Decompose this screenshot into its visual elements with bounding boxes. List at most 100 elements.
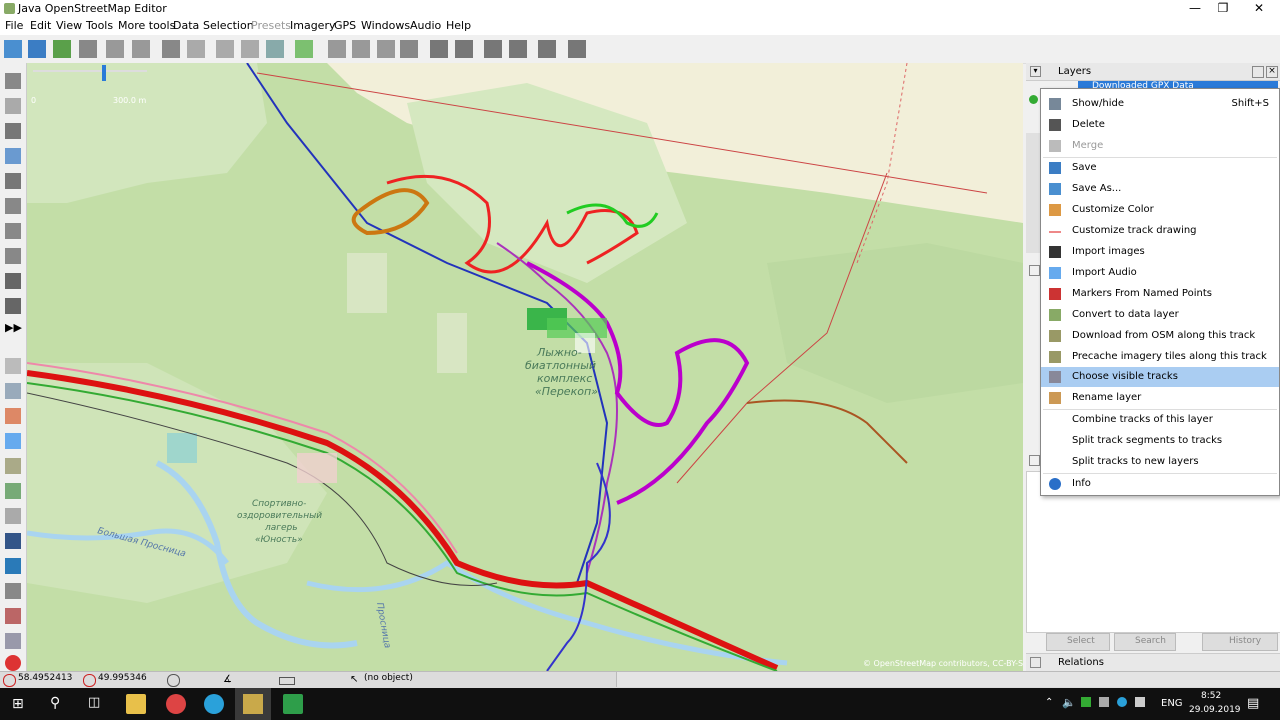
menu-edit[interactable]: Edit (30, 19, 51, 32)
search-icon[interactable]: ⚲ (50, 695, 60, 711)
toggle-filter-icon[interactable] (5, 583, 21, 599)
preset-shop-icon[interactable] (484, 40, 502, 58)
preset-road-icon[interactable] (328, 40, 346, 58)
menu-more-tools[interactable]: More tools (118, 19, 175, 32)
select-mode-icon[interactable] (5, 73, 21, 89)
upload-icon[interactable] (79, 40, 97, 58)
notification-icon[interactable]: ▤ (1247, 696, 1259, 711)
preset-path-icon[interactable] (352, 40, 370, 58)
maximize-button[interactable]: ❐ (1206, 0, 1240, 18)
menu-combine-tracks[interactable]: Combine tracks of this layer (1041, 410, 1279, 430)
delete-mode-icon[interactable] (5, 173, 21, 189)
copy-icon[interactable] (162, 40, 180, 58)
close-icon[interactable]: × (1266, 66, 1278, 78)
preset-food-icon[interactable] (509, 40, 527, 58)
toggle-commands-icon[interactable] (5, 508, 21, 524)
menu-tools[interactable]: Tools (86, 19, 113, 32)
search-button[interactable]: Search (1114, 633, 1176, 651)
windows-start-icon[interactable]: ⊞ (12, 696, 24, 712)
toggle-tags-icon[interactable] (5, 383, 21, 399)
detach-icon[interactable] (1252, 66, 1264, 78)
toggle-selection-icon[interactable] (5, 408, 21, 424)
undo-icon[interactable] (106, 40, 124, 58)
josm-task-active[interactable] (235, 688, 271, 720)
preset-building-icon[interactable] (400, 40, 418, 58)
paste-icon[interactable] (187, 40, 205, 58)
menu-help[interactable]: Help (446, 19, 471, 32)
preset-car-icon[interactable] (430, 40, 448, 58)
pencil-icon[interactable] (5, 273, 21, 289)
open-file-icon[interactable] (4, 40, 22, 58)
lasso-icon[interactable] (5, 98, 21, 114)
tags-icon[interactable] (216, 40, 234, 58)
clock-time[interactable]: 8:52 (1201, 691, 1221, 701)
tray-app-icon-2[interactable] (1099, 697, 1109, 707)
more-tools-icon[interactable]: ▶▶ (5, 321, 22, 337)
collapse-icon-2[interactable] (1029, 265, 1040, 276)
tray-telegram-icon[interactable] (1117, 697, 1127, 707)
menu-presets[interactable]: Presets (251, 19, 291, 32)
menu-show-hide[interactable]: Show/hide Shift+S (1041, 94, 1279, 114)
select-button[interactable]: Select (1046, 633, 1110, 651)
preset-factory-icon[interactable] (568, 40, 586, 58)
task-view-icon[interactable]: ◫ (88, 695, 100, 710)
collapse-icon[interactable]: ▾ (1030, 66, 1041, 77)
volume-icon[interactable]: 🔈 (1062, 696, 1076, 709)
sheets-icon[interactable] (283, 694, 303, 714)
menu-gps[interactable]: GPS (334, 19, 356, 32)
menu-selection[interactable]: Selection (203, 19, 254, 32)
menu-markers-from-named-points[interactable]: Markers From Named Points (1041, 284, 1279, 304)
tray-overflow-icon[interactable]: ⌃ (1045, 697, 1053, 708)
preset-bus-icon[interactable] (455, 40, 473, 58)
menu-file[interactable]: File (5, 19, 23, 32)
relation-icon[interactable] (241, 40, 259, 58)
language-indicator[interactable]: ENG (1161, 698, 1183, 709)
menu-download-along-track[interactable]: Download from OSM along this track (1041, 326, 1279, 346)
menu-delete[interactable]: Delete (1041, 115, 1279, 135)
menu-merge[interactable]: Merge (1041, 136, 1279, 156)
tray-app-icon-1[interactable] (1081, 697, 1091, 707)
toggle-changeset-icon[interactable] (5, 608, 21, 624)
menu-split-tracks-new-layers[interactable]: Split tracks to new layers (1041, 452, 1279, 472)
menu-data[interactable]: Data (173, 19, 199, 32)
map-attribution[interactable]: © OpenStreetMap contributors, CC-BY-SA (863, 659, 1023, 668)
download-icon[interactable] (53, 40, 71, 58)
zoom-fit-icon[interactable] (295, 40, 313, 58)
menu-save-as[interactable]: Save As... (1041, 179, 1279, 199)
extrude-mode-icon[interactable] (5, 223, 21, 239)
redo-icon[interactable] (132, 40, 150, 58)
network-icon[interactable] (1135, 697, 1145, 707)
draw-mode-icon[interactable] (5, 123, 21, 139)
toggle-notes-icon[interactable] (5, 633, 21, 649)
menu-imagery[interactable]: Imagery (290, 19, 335, 32)
menu-choose-visible-tracks[interactable]: Choose visible tracks (1041, 367, 1279, 387)
menu-import-audio[interactable]: Import Audio (1041, 263, 1279, 283)
menu-import-images[interactable]: Import images (1041, 242, 1279, 262)
map-view[interactable]: Лыжно- биатлонный комплекс «Перекоп» Спо… (27, 63, 1023, 671)
menu-precache-imagery[interactable]: Precache imagery tiles along this track (1041, 347, 1279, 367)
toggle-userlist-icon[interactable] (5, 433, 21, 449)
toggle-conflicts-icon[interactable] (5, 533, 21, 549)
improve-way-icon[interactable] (5, 248, 21, 264)
preset-rail-icon[interactable] (377, 40, 395, 58)
menu-windows[interactable]: Windows (361, 19, 410, 32)
parallel-mode-icon[interactable] (5, 198, 21, 214)
preset-castle-icon[interactable] (538, 40, 556, 58)
layer-visible-check-icon[interactable] (1029, 95, 1038, 104)
toggle-errors-icon[interactable] (5, 655, 21, 671)
menu-info[interactable]: Info (1041, 474, 1279, 494)
close-button[interactable]: ✕ (1242, 0, 1276, 18)
eraser-icon[interactable] (5, 298, 21, 314)
toggle-layers-icon[interactable] (5, 358, 21, 374)
toggle-history-icon[interactable] (5, 458, 21, 474)
chrome-icon[interactable] (166, 694, 186, 714)
menu-view[interactable]: View (56, 19, 82, 32)
menu-split-track-segments[interactable]: Split track segments to tracks (1041, 431, 1279, 451)
toggle-authors-icon[interactable] (5, 483, 21, 499)
menu-audio[interactable]: Audio (410, 19, 441, 32)
save-icon[interactable] (28, 40, 46, 58)
menu-customize-color[interactable]: Customize Color (1041, 200, 1279, 220)
file-explorer-icon[interactable] (126, 694, 146, 714)
menu-rename-layer[interactable]: Rename layer (1041, 388, 1279, 408)
menu-convert-to-data-layer[interactable]: Convert to data layer (1041, 305, 1279, 325)
